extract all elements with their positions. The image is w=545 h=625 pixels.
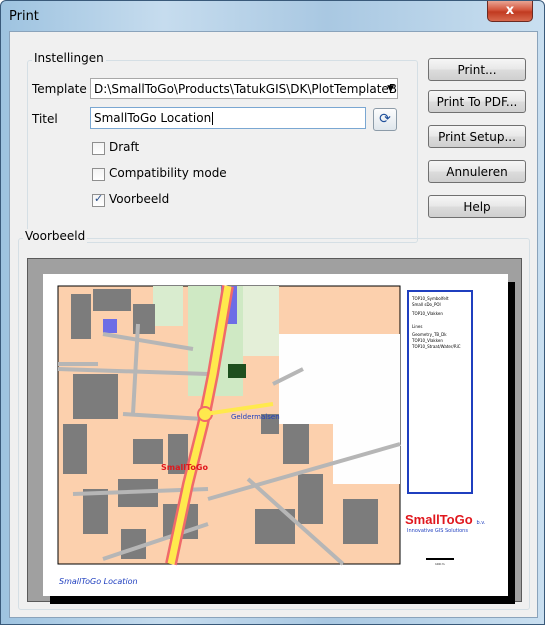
- logo-suffix: b.v.: [476, 520, 486, 526]
- map-logo: SmallToGo: [161, 463, 208, 472]
- template-label: Template: [32, 82, 87, 96]
- logo-tagline: Innovative GIS Solutions: [407, 528, 468, 534]
- cancel-button[interactable]: Annuleren: [428, 160, 526, 183]
- preview-page: Geldermalsen SmallToGo TOP10_Symbolfelt …: [43, 274, 508, 596]
- print-dialog: Print x Instellingen Template D:\SmallTo…: [0, 0, 545, 625]
- print-to-pdf-button[interactable]: Print To PDF...: [428, 90, 526, 113]
- title-input[interactable]: SmallToGo Location: [90, 107, 366, 129]
- legend-item: TOP10_Straat/Water/RiC: [412, 344, 461, 349]
- page-title: SmallToGo Location: [59, 577, 138, 586]
- close-button[interactable]: x: [487, 1, 533, 22]
- draft-checkbox[interactable]: [92, 142, 105, 155]
- window-title: Print: [9, 9, 39, 24]
- compat-checkbox[interactable]: [92, 168, 105, 181]
- legend-item: TOP10_Vlakken: [412, 338, 443, 343]
- print-setup-button[interactable]: Print Setup...: [428, 125, 526, 148]
- template-value: D:\SmallToGo\Products\TatukGIS\DK\PlotTe…: [94, 82, 398, 96]
- settings-group-label: Instellingen: [32, 51, 106, 65]
- template-select[interactable]: D:\SmallToGo\Products\TatukGIS\DK\PlotTe…: [90, 78, 398, 99]
- title-label: Titel: [32, 112, 58, 126]
- map-place-label: Geldermalsen: [231, 413, 280, 421]
- scale-bar: [426, 558, 454, 560]
- map-frame: [57, 284, 401, 566]
- title-bar: Print x: [1, 1, 544, 31]
- preview-checkbox-label[interactable]: Voorbeeld: [109, 192, 169, 206]
- preview-checkbox[interactable]: [92, 192, 105, 207]
- legend-panel: TOP10_Symbolfelt Small sDo_POI TOP10_Vla…: [407, 290, 473, 494]
- logo-text: SmallToGo: [405, 512, 473, 527]
- scale-text: 100 m: [435, 562, 445, 566]
- refresh-button[interactable]: ⟳: [373, 108, 397, 131]
- compat-label[interactable]: Compatibility mode: [109, 166, 227, 180]
- preview-group-label: Voorbeeld: [23, 229, 88, 243]
- company-logo: SmallToGo b.v.: [405, 512, 485, 527]
- help-button[interactable]: Help: [428, 195, 526, 218]
- legend-item: TOP10_Vlakken: [412, 311, 443, 316]
- title-value: SmallToGo Location: [94, 111, 212, 125]
- chevron-down-icon[interactable]: ▼: [387, 79, 394, 98]
- print-button[interactable]: Print...: [428, 58, 526, 81]
- legend-item: TOP10_Symbolfelt: [412, 296, 449, 301]
- legend-item: Small sDo_POI: [412, 302, 441, 307]
- draft-label[interactable]: Draft: [109, 140, 139, 154]
- legend-item: Lines: [412, 324, 423, 329]
- close-icon: x: [505, 3, 515, 18]
- refresh-icon: ⟳: [379, 111, 391, 127]
- text-caret: [212, 112, 214, 125]
- dialog-client: Instellingen Template D:\SmallToGo\Produ…: [9, 31, 538, 618]
- legend-item: Geometry_TB_Dk: [412, 332, 447, 337]
